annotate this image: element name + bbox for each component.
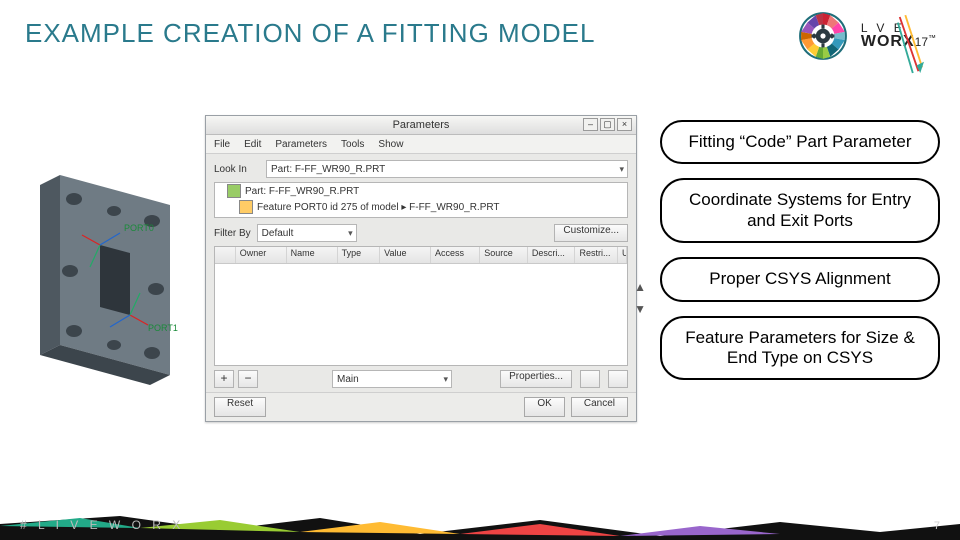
maximize-icon[interactable]: ▢ [600,118,615,131]
filterby-combo[interactable]: Default [257,224,357,242]
tool-btn-2[interactable] [608,370,628,388]
lookin-tree: Part: F-FF_WR90_R.PRT Feature PORT0 id 2… [214,182,628,218]
arrow-up-icon[interactable]: ▲ [634,280,646,294]
port0-label: PORT0 [124,223,154,233]
grid-h-access: Access [431,247,480,263]
ok-button[interactable]: OK [524,397,564,417]
ribbon-icon [896,14,924,76]
grid-h-descr: Descri... [528,247,576,263]
minimize-icon[interactable]: – [583,118,598,131]
tm-mark: ™ [928,34,936,43]
arrow-down-icon[interactable]: ▼ [634,302,646,316]
reset-button[interactable]: Reset [214,397,266,417]
page-title: EXAMPLE CREATION OF A FITTING MODEL [25,18,596,49]
tree-row-feature[interactable]: Feature PORT0 id 275 of model ▸ F-FF_WR9… [215,199,627,215]
properties-button[interactable]: Properties... [500,370,572,388]
grid-h-value: Value [380,247,431,263]
menu-show[interactable]: Show [378,139,403,150]
parameters-dialog: Parameters – ▢ × File Edit Parameters To… [205,115,637,422]
grid-h-name: Name [287,247,338,263]
callout-fitting-code: Fitting “Code” Part Parameter [660,120,940,164]
grid-header: Owner Name Type Value Access Source Desc… [215,247,627,264]
feature-icon [239,200,253,214]
menu-parameters[interactable]: Parameters [275,139,327,150]
page-number: 7 [934,520,940,532]
grid-h-source: Source [480,247,528,263]
menu-tools[interactable]: Tools [341,139,364,150]
parameters-grid[interactable]: Owner Name Type Value Access Source Desc… [214,246,628,366]
gear-badge-icon [797,10,849,62]
grid-h-type: Type [338,247,381,263]
lookin-label: Look In [214,164,260,175]
customize-button[interactable]: Customize... [554,224,628,242]
cancel-button[interactable]: Cancel [571,397,628,417]
remove-param-button[interactable]: − [238,370,258,388]
main-combo[interactable]: Main [332,370,452,388]
menu-file[interactable]: File [214,139,230,150]
lookin-combo[interactable]: Part: F-FF_WR90_R.PRT [266,160,628,178]
dialog-menubar: File Edit Parameters Tools Show [206,135,636,154]
close-icon[interactable]: × [617,118,632,131]
footer-hashtag: # L I V E W O R X [20,518,184,532]
callout-csys-ports: Coordinate Systems for Entry and Exit Po… [660,178,940,243]
dialog-titlebar: Parameters – ▢ × [206,116,636,135]
grid-h-blank [215,247,236,263]
grid-h-unit: Uni [618,247,627,263]
menu-edit[interactable]: Edit [244,139,261,150]
grid-h-restr: Restri... [575,247,618,263]
callout-csys-align: Proper CSYS Alignment [660,257,940,301]
grid-h-owner: Owner [236,247,287,263]
filterby-label: Filter By [214,228,251,239]
callout-list: Fitting “Code” Part Parameter Coordinate… [660,120,940,380]
tool-btn-1[interactable] [580,370,600,388]
port1-label: PORT1 [148,323,178,333]
dialog-title-text: Parameters [393,119,450,131]
callout-feature-params: Feature Parameters for Size & End Type o… [660,316,940,381]
part-icon [227,184,241,198]
add-param-button[interactable]: + [214,370,234,388]
tree-row-part[interactable]: Part: F-FF_WR90_R.PRT [215,183,627,199]
fitting-3d-illustration: PORT0 PORT1 [30,155,190,395]
header-logos: L V E WORX17™ [797,10,936,62]
grid-reorder-arrows: ▲ ▼ [634,280,646,316]
